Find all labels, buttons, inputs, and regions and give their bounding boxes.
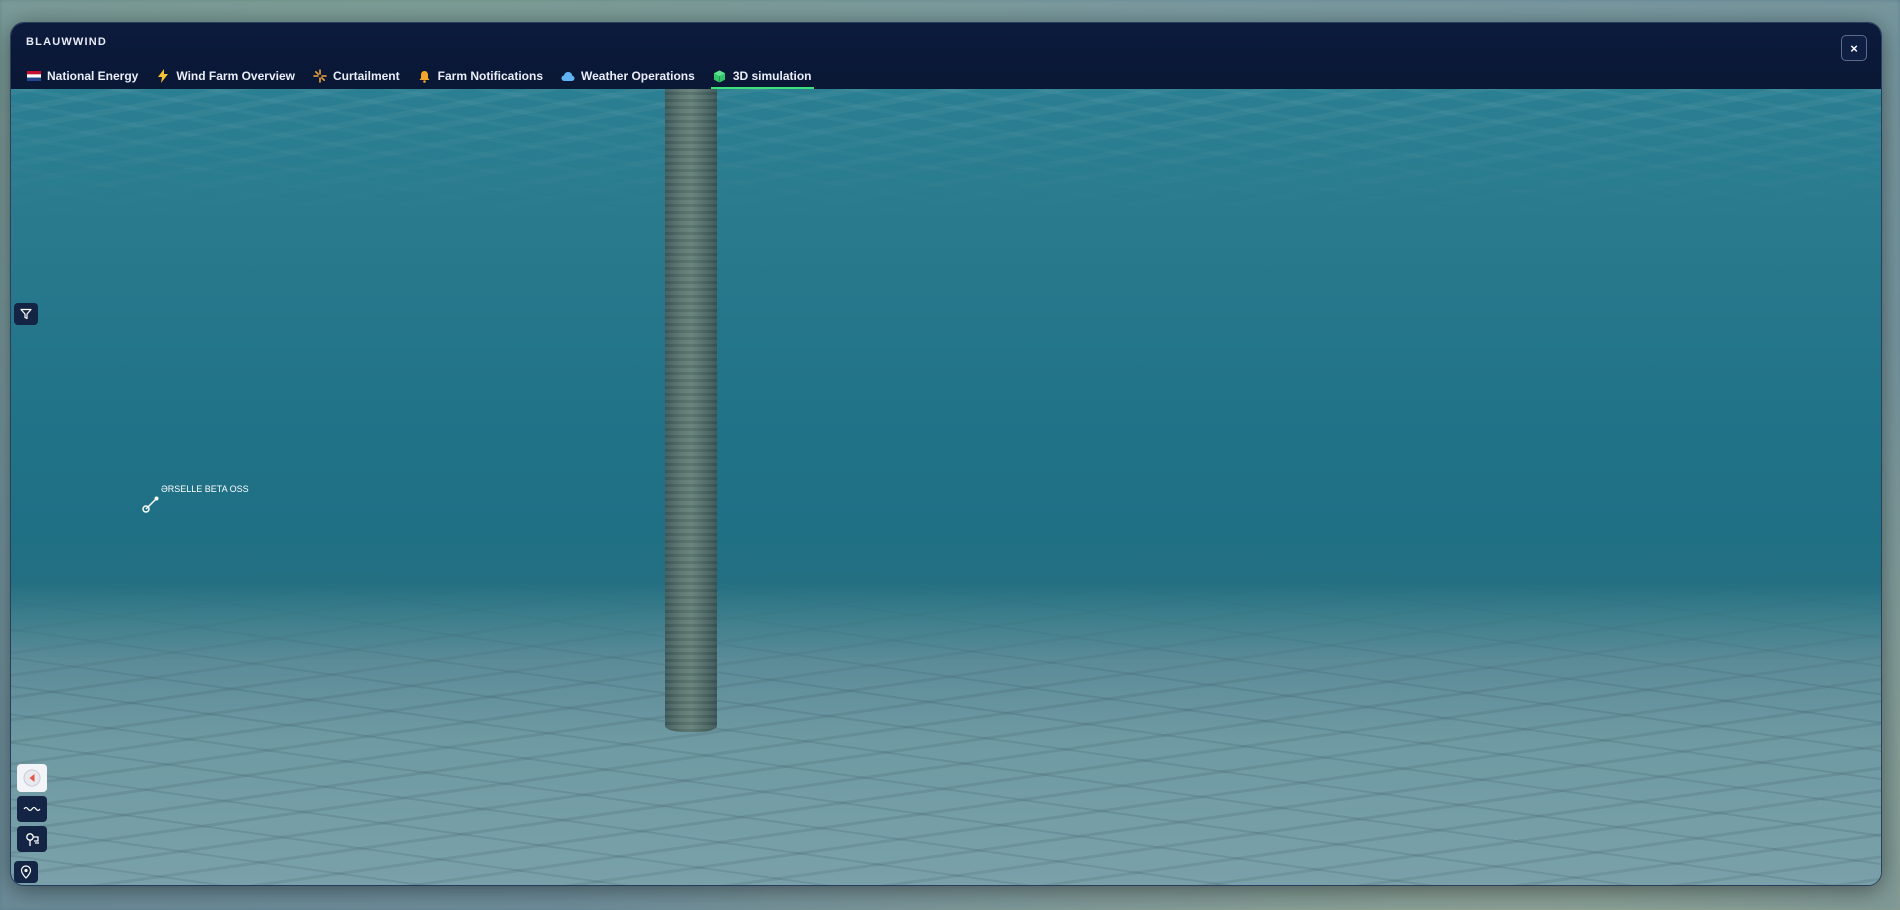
turbine-toggle-button[interactable]	[17, 826, 47, 852]
monopile-foundation	[665, 89, 717, 732]
tab-curtailment[interactable]: Curtailment	[311, 65, 402, 87]
tab-bar: National Energy Wind Farm Overview Curta…	[25, 65, 828, 89]
tab-label: National Energy	[47, 69, 139, 83]
tab-label: Curtailment	[332, 69, 400, 83]
waves-toggle-button[interactable]	[17, 796, 47, 822]
app-header: BLAUWWIND × National Energy Wind Farm Ov…	[11, 23, 1881, 89]
location-pin-icon	[20, 865, 32, 879]
sound-toggle-button[interactable]	[17, 764, 47, 792]
waves-icon	[23, 806, 41, 812]
tab-label: Weather Operations	[581, 69, 695, 83]
netherlands-flag-icon	[27, 69, 41, 83]
app-title: BLAUWWIND	[26, 36, 108, 48]
filter-icon	[20, 308, 32, 320]
tab-label: 3D simulation	[732, 69, 812, 83]
tab-label: Farm Notifications	[437, 69, 543, 83]
tab-national-energy[interactable]: National Energy	[25, 65, 140, 87]
close-button[interactable]: ×	[1841, 35, 1867, 61]
tab-label: Wind Farm Overview	[176, 69, 295, 83]
water-surface	[11, 89, 1881, 219]
app-window: BLAUWWIND × National Energy Wind Farm Ov…	[10, 22, 1882, 886]
turbine-icon	[26, 833, 39, 846]
link-node-icon	[142, 496, 159, 513]
filter-button[interactable]	[14, 303, 38, 325]
location-button[interactable]	[14, 861, 38, 883]
tab-wind-farm-overview[interactable]: Wind Farm Overview	[154, 65, 297, 87]
marker-label: ƏRSELLE BETA OSS	[161, 484, 249, 494]
seabed	[11, 585, 1881, 885]
3d-simulation-viewport[interactable]: ƏRSELLE BETA OSS	[11, 89, 1881, 885]
substation-marker[interactable]: ƏRSELLE BETA OSS	[141, 484, 261, 524]
cloud-icon	[561, 69, 575, 83]
curtailment-icon	[313, 69, 327, 83]
tab-farm-notifications[interactable]: Farm Notifications	[416, 65, 545, 87]
tab-3d-simulation[interactable]: 3D simulation	[710, 65, 814, 89]
cube-icon	[713, 69, 727, 83]
lightning-icon	[156, 69, 170, 83]
sound-icon	[23, 769, 41, 787]
bell-icon	[418, 69, 432, 83]
tab-weather-operations[interactable]: Weather Operations	[559, 65, 697, 87]
